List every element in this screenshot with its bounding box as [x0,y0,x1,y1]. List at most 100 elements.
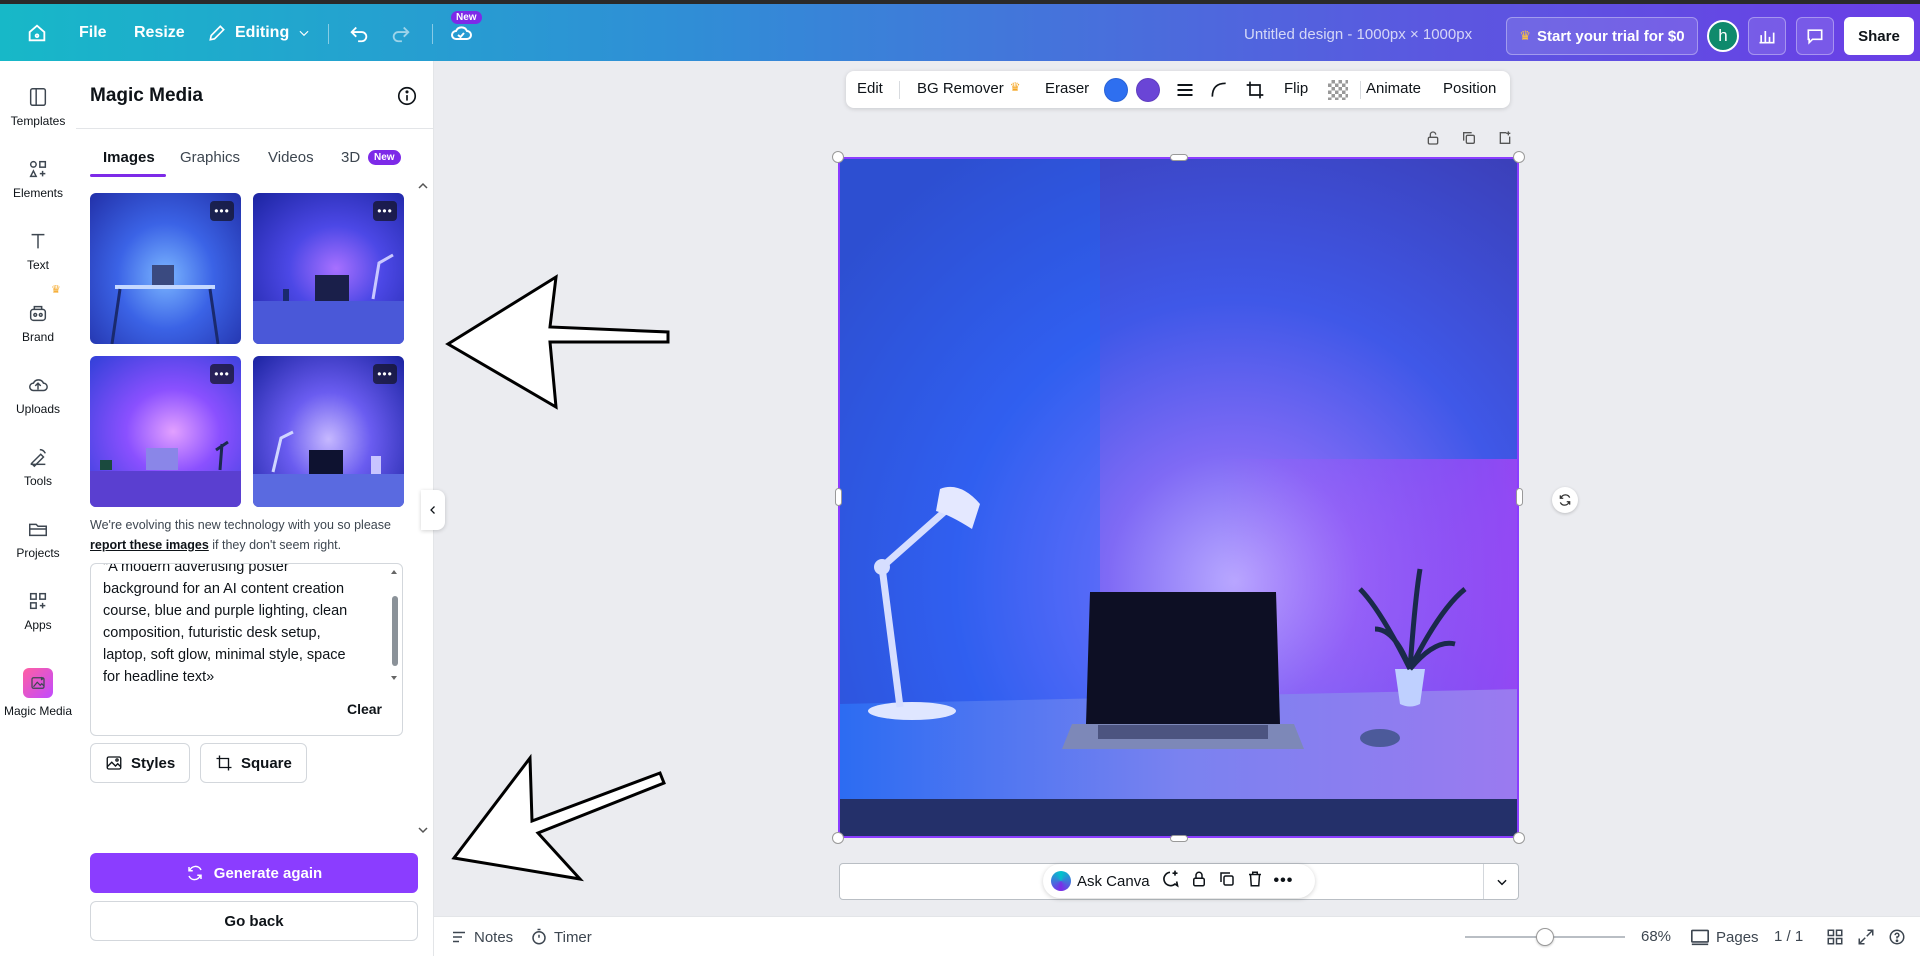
zoom-slider-knob[interactable] [1536,928,1554,946]
more-options-button[interactable]: ••• [1274,872,1294,890]
more-options-button[interactable]: ••• [373,364,397,384]
prompt-line: composition, futuristic desk setup, [103,625,321,641]
tab-images[interactable]: Images [103,149,155,166]
edit-button[interactable]: Edit [857,80,883,97]
tab-videos[interactable]: Videos [268,149,314,166]
color-swatch-1[interactable] [1104,78,1128,102]
duplicate-button[interactable] [1218,870,1236,892]
editing-mode-dropdown[interactable]: Editing [207,4,311,61]
animate-button[interactable]: Animate [1366,80,1421,97]
annotation-arrow-left [445,274,670,410]
scroll-down-icon[interactable] [418,825,428,835]
rail-item-uploads[interactable]: Uploads [0,363,76,427]
start-trial-button[interactable]: ♛ Start your trial for $0 [1506,17,1698,55]
rail-item-apps[interactable]: Apps [0,579,76,643]
home-button[interactable] [26,4,48,61]
resize-handle-bottom[interactable] [1170,835,1188,842]
insights-button[interactable] [1748,17,1786,55]
report-images-link[interactable]: report these images [90,538,209,552]
design-title[interactable]: Untitled design - 1000px × 1000px [1244,26,1472,43]
generated-image-3[interactable]: ••• [90,356,241,507]
eraser-button[interactable]: Eraser [1045,80,1089,97]
generated-image-4[interactable]: ••• [253,356,404,507]
generated-image-1[interactable]: ••• [90,193,241,344]
pages-label: Pages [1716,928,1759,946]
resize-button[interactable]: Resize [134,4,185,61]
tools-icon [30,448,46,468]
resize-handle-top[interactable] [1170,154,1188,161]
go-back-button[interactable]: Go back [90,901,418,941]
resize-handle-top-left[interactable] [832,151,844,163]
color-swatch-2[interactable] [1136,78,1160,102]
notes-button[interactable]: Notes [450,928,513,946]
timer-button[interactable]: Timer [530,928,592,946]
tab-graphics[interactable]: Graphics [180,149,240,166]
canvas-image[interactable] [838,157,1519,838]
more-options-button[interactable]: ••• [210,364,234,384]
rail-item-tools[interactable]: Tools [0,435,76,499]
prompt-textarea[interactable]: "A modern advertising poster background … [90,563,403,736]
generated-image-2[interactable]: ••• [253,193,404,344]
grid-view-button[interactable] [1826,928,1844,946]
info-button[interactable] [396,85,418,112]
expand-icon [1858,929,1874,945]
rail-item-magic-media[interactable]: Magic Media [0,661,76,725]
generate-again-button[interactable]: Generate again [90,853,418,893]
tab-3d[interactable]: 3D [341,149,360,166]
aspect-ratio-button[interactable]: Square [200,743,307,783]
undo-button[interactable] [348,4,370,61]
scroll-up-icon[interactable] [418,181,428,191]
styles-button[interactable]: Styles [90,743,191,783]
crown-icon: ♛ [51,284,61,296]
rail-item-projects[interactable]: Projects [0,507,76,571]
position-button[interactable]: Position [1443,80,1496,97]
brand-icon [29,305,47,322]
duplicate-button[interactable] [1461,130,1477,151]
pages-button[interactable]: Pages [1690,928,1759,946]
collapse-panel-button[interactable] [421,490,445,530]
delete-button[interactable] [1246,870,1264,892]
resize-handle-right[interactable] [1516,488,1523,506]
lock-button[interactable] [1190,870,1208,892]
resize-handle-bottom-left[interactable] [832,832,844,844]
crop-button[interactable] [1245,80,1265,105]
clear-button[interactable]: Clear [347,701,382,717]
bg-remover-button[interactable]: BG Remover ♛ [917,80,1020,97]
fullscreen-button[interactable] [1857,928,1875,946]
rail-item-templates[interactable]: Templates [0,75,76,139]
scroll-up-icon[interactable] [390,568,398,576]
new-badge: New [368,150,401,165]
help-button[interactable] [1888,928,1906,946]
avatar[interactable]: h [1707,20,1739,52]
rail-label: Uploads [15,402,61,416]
corner-rounding-button[interactable] [1209,80,1229,105]
share-button[interactable]: Share [1844,17,1914,55]
redo-button[interactable] [390,4,412,61]
transparency-icon[interactable] [1328,80,1348,100]
more-options-button[interactable]: ••• [373,201,397,221]
add-page-icon [1499,131,1511,144]
uploads-icon [29,379,48,392]
zoom-level[interactable]: 68% [1641,928,1671,945]
flip-button[interactable]: Flip [1284,80,1308,97]
file-menu[interactable]: File [79,4,107,61]
annotation-arrow-down-left [451,753,666,882]
page-options-dropdown[interactable] [1483,864,1519,899]
border-style-button[interactable] [1175,80,1195,105]
add-page-button[interactable] [1497,130,1513,151]
resize-handle-left[interactable] [835,488,842,506]
scroll-down-icon[interactable] [390,674,398,682]
comments-button[interactable] [1796,17,1834,55]
lock-button[interactable] [1425,130,1441,151]
magic-media-icon [23,668,53,698]
more-options-button[interactable]: ••• [210,201,234,221]
rail-item-elements[interactable]: Elements [0,147,76,211]
resize-handle-top-right[interactable] [1513,151,1525,163]
rotate-button[interactable] [1552,487,1578,513]
rail-item-text[interactable]: Text [0,219,76,283]
add-comment-button[interactable] [1160,869,1180,893]
rail-item-brand[interactable]: Brand [0,291,76,355]
resize-handle-bottom-right[interactable] [1513,832,1525,844]
prompt-scrollbar[interactable] [392,596,398,666]
ask-canva-button[interactable]: Ask Canva [1051,871,1150,891]
